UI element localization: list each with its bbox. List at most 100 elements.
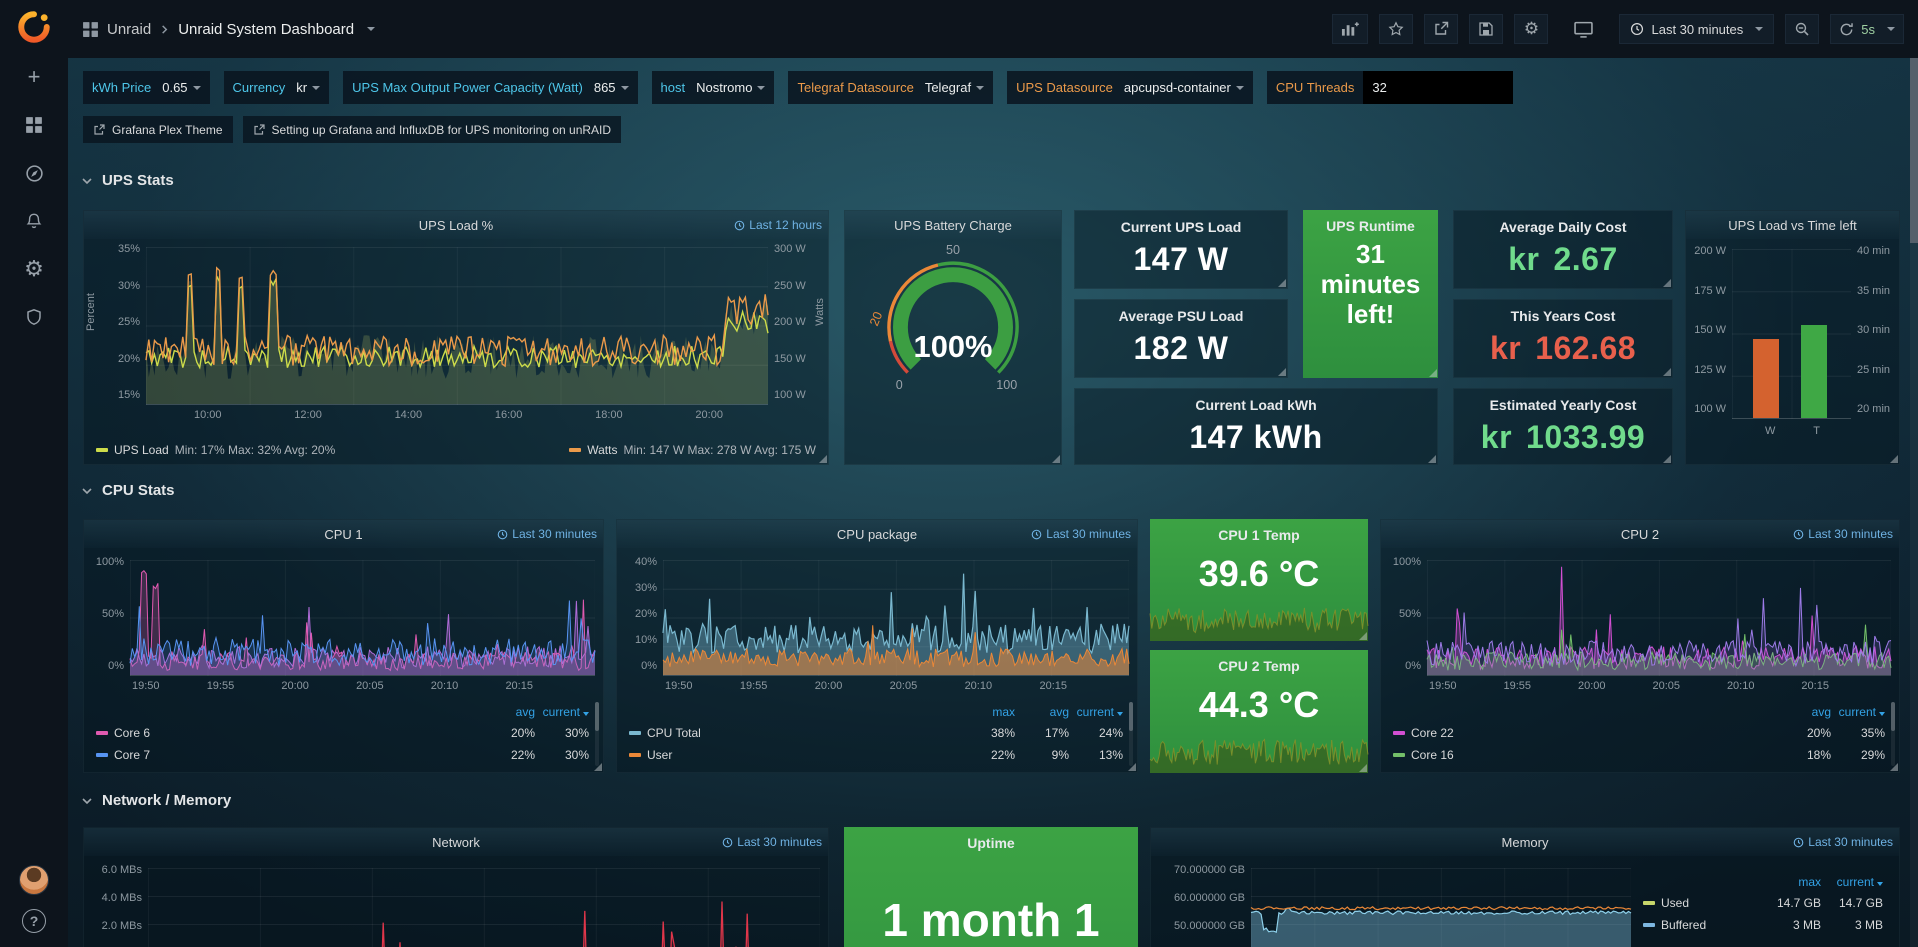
variable-value[interactable]: 0.65 xyxy=(160,80,209,95)
panel-timerange[interactable]: Last 30 minutes xyxy=(722,828,822,856)
panel-timerange[interactable]: Last 30 minutes xyxy=(1031,520,1131,548)
stat-title[interactable]: Estimated Yearly Cost xyxy=(1454,389,1672,413)
breadcrumb-folder[interactable]: Unraid xyxy=(107,21,151,38)
panel-title[interactable]: UPS Load % xyxy=(419,218,493,233)
stat-title[interactable]: Average Daily Cost xyxy=(1454,211,1672,235)
panel-title[interactable]: UPS Load vs Time left xyxy=(1728,218,1857,233)
panel-title[interactable]: UPS Battery Charge xyxy=(894,218,1012,233)
legend-row[interactable]: Core 7 22%30% xyxy=(96,744,589,766)
variable-dropdown[interactable]: Currency kr xyxy=(224,71,330,104)
legend-row[interactable]: User 22%9%13% xyxy=(629,744,1123,766)
panel-title[interactable]: CPU 2 xyxy=(1621,527,1659,542)
dashboard-title[interactable]: Unraid System Dashboard xyxy=(178,21,354,38)
grafana-logo-icon[interactable] xyxy=(17,10,51,49)
stat-title[interactable]: CPU 1 Temp xyxy=(1150,519,1368,543)
dashboard-link[interactable]: Grafana Plex Theme xyxy=(83,116,233,143)
sidebar-create-button[interactable]: + xyxy=(14,57,54,97)
panel-resize-handle[interactable] xyxy=(1359,632,1367,640)
stat-title[interactable]: CPU 2 Temp xyxy=(1150,650,1368,674)
stat-title[interactable]: Current UPS Load xyxy=(1075,211,1287,235)
legend-header[interactable]: avg xyxy=(1015,705,1069,719)
panel-timerange[interactable]: Last 30 minutes xyxy=(1793,520,1893,548)
panel-title[interactable]: CPU package xyxy=(837,527,917,542)
legend-header[interactable]: current xyxy=(1821,875,1883,889)
panel-resize-handle[interactable] xyxy=(1663,279,1671,287)
row-network-memory[interactable]: Network / Memory xyxy=(81,792,231,809)
legend-row[interactable]: Core 16 18%29% xyxy=(1393,744,1885,766)
variable-dropdown[interactable]: UPS Max Output Power Capacity (Watt) 865 xyxy=(343,71,637,104)
user-avatar[interactable] xyxy=(19,865,49,895)
dashboard-link[interactable]: Setting up Grafana and InfluxDB for UPS … xyxy=(243,116,622,143)
legend-header[interactable]: max xyxy=(1759,875,1821,889)
variable-value[interactable]: Nostromo xyxy=(694,80,774,95)
legend-header[interactable]: max xyxy=(961,705,1015,719)
panel-resize-handle[interactable] xyxy=(1663,368,1671,376)
ups-load-plot[interactable] xyxy=(146,247,768,405)
panel-title[interactable]: Network xyxy=(432,835,480,850)
stat-title[interactable]: This Years Cost xyxy=(1454,300,1672,324)
add-panel-button[interactable] xyxy=(1332,14,1368,44)
stat-title[interactable]: UPS Runtime xyxy=(1303,210,1438,234)
panel-resize-handle[interactable] xyxy=(1128,763,1136,771)
legend-row[interactable]: Buffered 3 MB3 MB xyxy=(1643,914,1883,936)
panel-resize-handle[interactable] xyxy=(1428,455,1436,463)
legend-item-ups-load[interactable]: UPS LoadMin: 17% Max: 32% Avg: 20% xyxy=(96,443,335,457)
row-cpu-stats[interactable]: CPU Stats xyxy=(81,482,175,499)
variable-value[interactable]: kr xyxy=(294,80,329,95)
share-dashboard-button[interactable] xyxy=(1424,14,1458,44)
sidebar-explore-button[interactable] xyxy=(14,153,54,193)
variable-dropdown[interactable]: UPS Datasource apcupsd-container xyxy=(1007,71,1253,104)
sidebar-admin-button[interactable] xyxy=(14,297,54,337)
legend-row[interactable]: Core 6 20%30% xyxy=(96,722,589,744)
variable-value[interactable]: apcupsd-container xyxy=(1122,80,1253,95)
stat-title[interactable]: Current Load kWh xyxy=(1075,389,1437,413)
help-button[interactable]: ? xyxy=(22,909,46,933)
cpu-package-plot[interactable] xyxy=(663,560,1129,676)
legend-scrollbar[interactable] xyxy=(1129,702,1133,766)
cpu2-plot[interactable] xyxy=(1427,560,1891,676)
panel-timerange[interactable]: Last 30 minutes xyxy=(1793,828,1893,856)
panel-resize-handle[interactable] xyxy=(1663,455,1671,463)
refresh-picker[interactable]: 5s xyxy=(1830,14,1904,44)
variable-dropdown[interactable]: Telegraf Datasource Telegraf xyxy=(788,71,993,104)
legend-row[interactable]: Used 14.7 GB14.7 GB xyxy=(1643,892,1883,914)
cpu1-plot[interactable] xyxy=(130,560,595,676)
legend-header[interactable]: current xyxy=(1069,705,1123,719)
network-plot[interactable] xyxy=(148,868,820,947)
legend-header[interactable]: avg xyxy=(481,705,535,719)
variable-value[interactable]: 865 xyxy=(592,80,638,95)
panel-resize-handle[interactable] xyxy=(1890,763,1898,771)
scrollbar-thumb[interactable] xyxy=(1910,58,1918,243)
bar-watts[interactable] xyxy=(1753,339,1779,418)
stat-title[interactable]: Average PSU Load xyxy=(1075,300,1287,324)
variable-dropdown[interactable]: host Nostromo xyxy=(652,71,775,104)
panel-resize-handle[interactable] xyxy=(1278,368,1286,376)
row-ups-stats[interactable]: UPS Stats xyxy=(81,172,174,189)
panel-timerange[interactable]: Last 30 minutes xyxy=(497,520,597,548)
panel-timerange[interactable]: Last 12 hours xyxy=(734,211,822,239)
sidebar-configuration-button[interactable]: ⚙ xyxy=(14,249,54,289)
bars-plot[interactable] xyxy=(1732,249,1851,419)
panel-resize-handle[interactable] xyxy=(1429,369,1437,377)
panel-resize-handle[interactable] xyxy=(1278,279,1286,287)
dashboard-settings-button[interactable]: ⚙ xyxy=(1514,14,1548,44)
cpu-threads-input[interactable] xyxy=(1363,71,1513,104)
legend-item-watts[interactable]: WattsMin: 147 W Max: 278 W Avg: 175 W xyxy=(569,443,816,457)
panel-title[interactable]: Memory xyxy=(1502,835,1549,850)
page-scrollbar[interactable] xyxy=(1910,58,1918,947)
panel-resize-handle[interactable] xyxy=(1359,764,1367,772)
bar-time-left[interactable] xyxy=(1801,325,1827,418)
stat-title[interactable]: Uptime xyxy=(844,827,1138,851)
star-dashboard-button[interactable] xyxy=(1379,14,1413,44)
legend-header[interactable]: avg xyxy=(1777,705,1831,719)
sidebar-alerting-button[interactable] xyxy=(14,201,54,241)
zoom-out-button[interactable] xyxy=(1785,14,1819,44)
sidebar-dashboards-button[interactable] xyxy=(14,105,54,145)
refresh-interval-label[interactable]: 5s xyxy=(1861,22,1875,37)
panel-resize-handle[interactable] xyxy=(1052,455,1060,463)
legend-header[interactable]: current xyxy=(1831,705,1885,719)
legend-scrollbar[interactable] xyxy=(595,702,599,766)
panel-title[interactable]: CPU 1 xyxy=(324,527,362,542)
legend-row[interactable]: CPU Total 38%17%24% xyxy=(629,722,1123,744)
variable-dropdown[interactable]: kWh Price 0.65 xyxy=(83,71,210,104)
